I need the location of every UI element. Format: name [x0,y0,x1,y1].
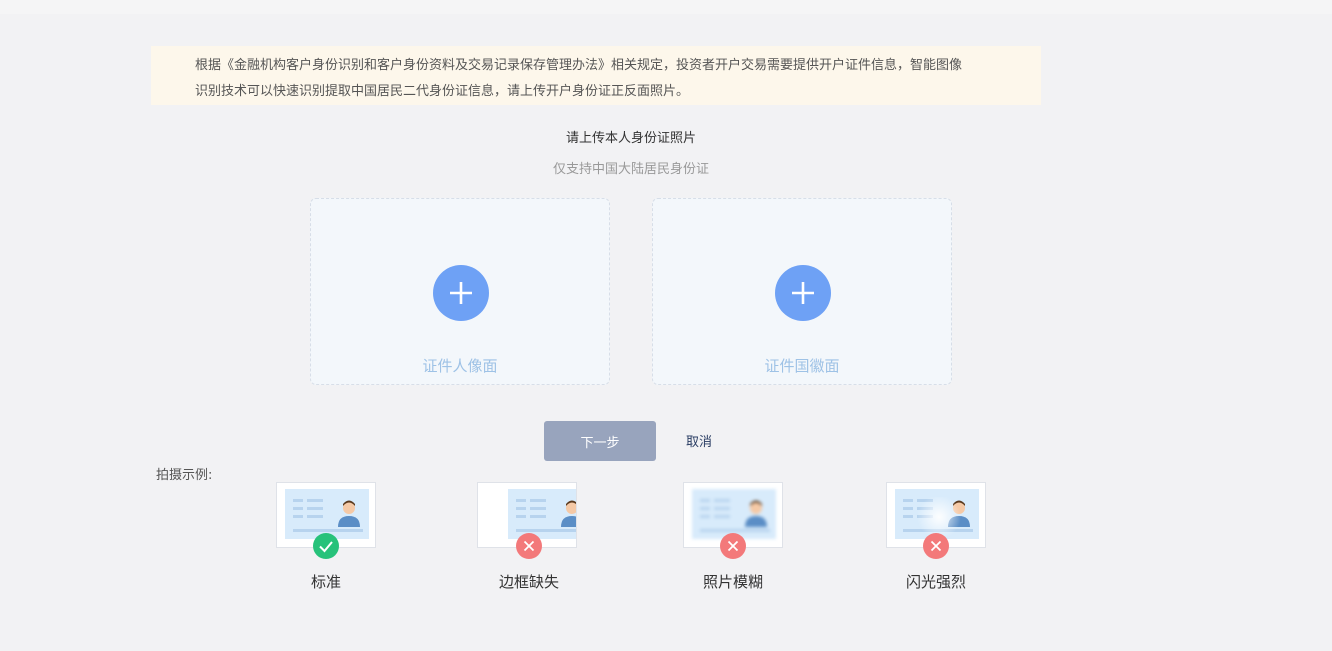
example-flash-caption: 闪光强烈 [905,573,966,591]
upload-title: 请上传本人身份证照片 [565,131,696,146]
example-blurry-caption: 照片模糊 [702,573,763,591]
regulation-notice: 根据《金融机构客户身份识别和客户身份资料及交易记录保存管理办法》相关规定，投资者… [151,46,1041,105]
add-front-icon[interactable] [433,265,489,321]
upload-subtitle: 仅支持中国大陆居民身份证 [552,162,709,177]
upload-card-front[interactable]: 证件人像面 [310,198,610,385]
add-back-icon[interactable] [775,265,831,321]
top-band [0,0,1332,14]
person-icon [561,500,576,527]
upload-card-back[interactable]: 证件国徽面 [652,198,952,385]
flash-glare [915,497,963,537]
upload-card-front-label: 证件人像面 [422,357,498,375]
check-icon [313,533,339,559]
notice-line-1: 根据《金融机构客户身份识别和客户身份资料及交易记录保存管理办法》相关规定，投资者… [195,58,963,73]
error-icon [720,533,746,559]
error-icon [516,533,542,559]
next-step-button[interactable]: 下一步 [544,421,656,461]
example-standard-caption: 标准 [310,573,341,591]
example-border-missing-caption: 边框缺失 [498,573,559,591]
error-icon [923,533,949,559]
person-icon [745,500,767,527]
examples-label: 拍摄示例: [156,468,213,483]
upload-card-back-label: 证件国徽面 [764,357,840,375]
person-icon [338,500,360,527]
notice-line-2: 识别技术可以快速识别提取中国居民二代身份证信息，请上传开户身份证正反面照片。 [195,84,690,99]
cancel-button[interactable]: 取消 [686,431,712,450]
